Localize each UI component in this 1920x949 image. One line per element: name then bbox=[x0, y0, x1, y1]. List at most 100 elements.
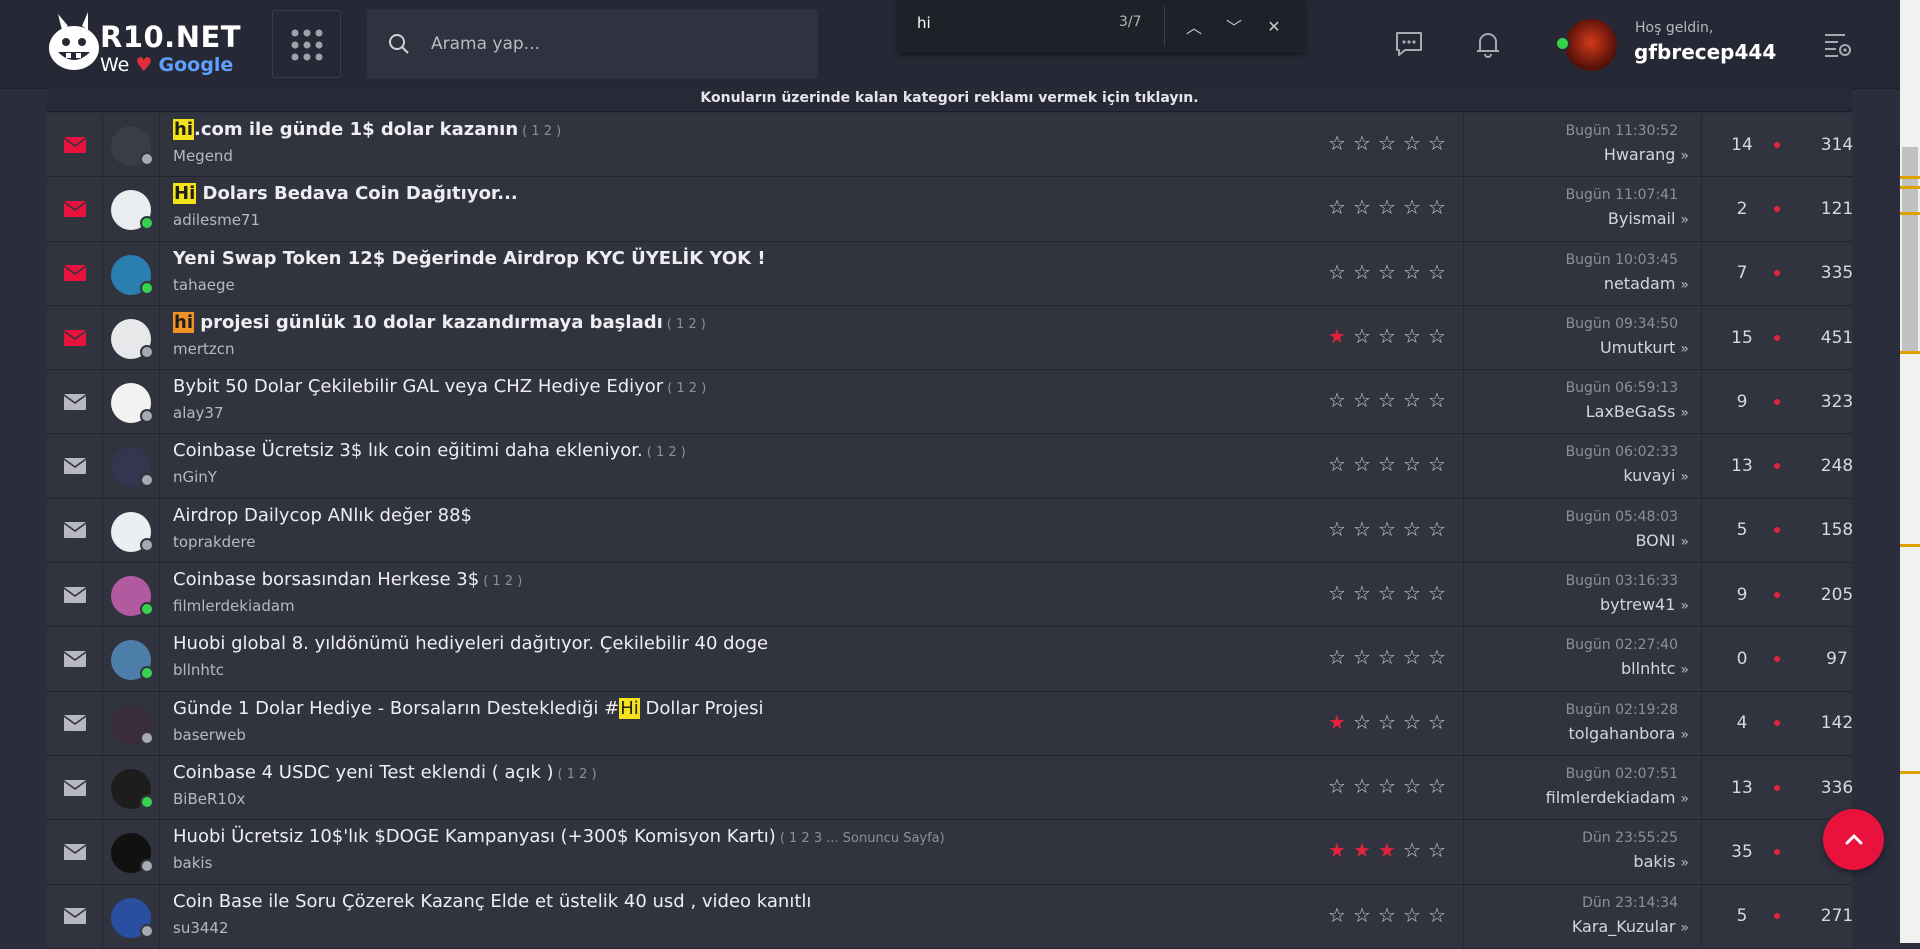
find-input[interactable]: hi bbox=[917, 14, 931, 32]
thread-author[interactable]: alay37 bbox=[173, 404, 224, 422]
star-icon[interactable]: ☆ bbox=[1427, 647, 1447, 667]
thread-title-link[interactable]: Günde 1 Dolar Hediye - Borsaların Destek… bbox=[173, 697, 764, 719]
star-icon[interactable]: ☆ bbox=[1377, 133, 1397, 153]
star-icon[interactable]: ☆ bbox=[1352, 519, 1372, 539]
scroll-to-top-button[interactable] bbox=[1823, 809, 1884, 870]
last-post-username[interactable]: bllnhtc bbox=[1621, 659, 1675, 678]
star-icon[interactable]: ☆ bbox=[1352, 712, 1372, 732]
star-icon[interactable]: ☆ bbox=[1352, 454, 1372, 474]
thread-author[interactable]: bllnhtc bbox=[173, 661, 224, 679]
double-chevron-right-icon[interactable]: » bbox=[1680, 727, 1689, 743]
thread-status-cell[interactable] bbox=[47, 755, 103, 820]
find-close-button[interactable]: ✕ bbox=[1260, 12, 1288, 40]
last-post-user[interactable]: netadam» bbox=[1604, 274, 1689, 293]
thread-status-cell[interactable] bbox=[47, 820, 103, 884]
thread-pages[interactable]: ( 1 2 ) bbox=[667, 317, 706, 332]
star-icon[interactable]: ☆ bbox=[1427, 712, 1447, 732]
last-post-username[interactable]: Kara_Kuzular bbox=[1572, 917, 1676, 936]
thread-status-cell[interactable] bbox=[47, 563, 103, 627]
star-icon[interactable]: ☆ bbox=[1427, 326, 1447, 346]
thread-status-cell[interactable] bbox=[47, 434, 103, 498]
thread-title-link[interactable]: Coinbase 4 USDC yeni Test eklendi ( açık… bbox=[173, 762, 597, 783]
star-icon[interactable]: ☆ bbox=[1352, 326, 1372, 346]
last-post-username[interactable]: kuvayi bbox=[1623, 466, 1675, 485]
star-icon[interactable]: ☆ bbox=[1327, 197, 1347, 217]
star-icon[interactable]: ☆ bbox=[1427, 390, 1447, 410]
star-icon[interactable]: ☆ bbox=[1352, 197, 1372, 217]
star-icon[interactable]: ☆ bbox=[1327, 133, 1347, 153]
last-post-user[interactable]: bytrew41 » bbox=[1600, 595, 1689, 614]
star-icon[interactable]: ☆ bbox=[1377, 262, 1397, 282]
last-post-user[interactable]: filmlerdekiadam» bbox=[1546, 788, 1689, 807]
thread-title-link[interactable]: Coinbase borsasından Herkese 3$( 1 2 ) bbox=[173, 569, 522, 590]
thread-status-cell[interactable] bbox=[47, 498, 103, 563]
star-icon[interactable]: ☆ bbox=[1427, 197, 1447, 217]
star-icon[interactable]: ☆ bbox=[1377, 454, 1397, 474]
thread-author[interactable]: bakis bbox=[173, 854, 212, 872]
last-post-user[interactable]: Kara_Kuzular» bbox=[1572, 917, 1689, 936]
star-icon[interactable]: ☆ bbox=[1327, 390, 1347, 410]
star-icon[interactable]: ☆ bbox=[1427, 905, 1447, 925]
thread-title-link[interactable]: Coin Base ile Soru Çözerek Kazanç Elde e… bbox=[173, 891, 811, 912]
thread-pages[interactable]: ( 1 2 ) bbox=[483, 574, 522, 589]
double-chevron-right-icon[interactable]: » bbox=[1680, 212, 1689, 228]
double-chevron-right-icon[interactable]: » bbox=[1680, 469, 1689, 485]
last-post-user[interactable]: LaxBeGaSs» bbox=[1586, 402, 1689, 421]
thread-status-cell[interactable] bbox=[47, 370, 103, 434]
thread-author[interactable]: adilesme71 bbox=[173, 211, 260, 229]
last-post-user[interactable]: tolgahanbora» bbox=[1569, 724, 1689, 743]
star-icon[interactable]: ☆ bbox=[1377, 905, 1397, 925]
last-post-username[interactable]: Byismail bbox=[1608, 209, 1676, 228]
star-icon[interactable]: ☆ bbox=[1427, 133, 1447, 153]
star-icon[interactable]: ☆ bbox=[1402, 262, 1422, 282]
thread-title-link[interactable]: hi projesi günlük 10 dolar kazandırmaya … bbox=[173, 311, 706, 333]
star-icon[interactable]: ☆ bbox=[1377, 647, 1397, 667]
thread-title-link[interactable]: hi.com ile günde 1$ dolar kazanın( 1 2 ) bbox=[173, 119, 561, 140]
star-icon[interactable]: ☆ bbox=[1402, 519, 1422, 539]
search-box[interactable] bbox=[367, 9, 818, 79]
last-post-username[interactable]: tolgahanbora bbox=[1569, 724, 1676, 743]
thread-status-cell[interactable] bbox=[47, 884, 103, 948]
notifications-button[interactable] bbox=[1471, 27, 1505, 61]
star-icon[interactable]: ☆ bbox=[1377, 776, 1397, 796]
last-post-user[interactable]: bakis » bbox=[1633, 852, 1689, 871]
star-icon[interactable]: ☆ bbox=[1377, 519, 1397, 539]
star-icon[interactable]: ☆ bbox=[1377, 197, 1397, 217]
star-icon[interactable]: ☆ bbox=[1352, 647, 1372, 667]
last-post-username[interactable]: filmlerdekiadam bbox=[1546, 788, 1676, 807]
last-post-user[interactable]: BONI » bbox=[1635, 531, 1689, 550]
last-post-username[interactable]: Hwarang bbox=[1604, 145, 1676, 164]
star-icon[interactable]: ☆ bbox=[1352, 133, 1372, 153]
thread-title-link[interactable]: Huobi Ücretsiz 10$'lık $DOGE Kampanyası … bbox=[173, 826, 945, 847]
double-chevron-right-icon[interactable]: » bbox=[1680, 662, 1689, 678]
thread-status-cell[interactable] bbox=[47, 305, 103, 370]
thread-status-cell[interactable] bbox=[47, 241, 103, 305]
last-post-username[interactable]: bakis bbox=[1633, 852, 1675, 871]
double-chevron-right-icon[interactable]: » bbox=[1680, 855, 1689, 871]
username[interactable]: gfbrecep444 bbox=[1634, 40, 1776, 64]
star-icon[interactable]: ★ bbox=[1327, 712, 1347, 732]
category-ad-banner[interactable]: Konuların üzerinde kalan kategori reklam… bbox=[47, 88, 1852, 112]
last-post-username[interactable]: bytrew41 bbox=[1600, 595, 1675, 614]
thread-author[interactable]: toprakdere bbox=[173, 533, 255, 551]
thread-title-link[interactable]: Coinbase Ücretsiz 3$ lık coin eğitimi da… bbox=[173, 440, 686, 461]
star-icon[interactable]: ☆ bbox=[1402, 905, 1422, 925]
last-post-username[interactable]: netadam bbox=[1604, 274, 1676, 293]
star-icon[interactable]: ☆ bbox=[1327, 776, 1347, 796]
star-icon[interactable]: ☆ bbox=[1327, 647, 1347, 667]
star-icon[interactable]: ☆ bbox=[1352, 905, 1372, 925]
star-icon[interactable]: ☆ bbox=[1327, 454, 1347, 474]
thread-author[interactable]: baserweb bbox=[173, 726, 246, 744]
star-icon[interactable]: ☆ bbox=[1402, 197, 1422, 217]
star-icon[interactable]: ☆ bbox=[1377, 712, 1397, 732]
thread-author[interactable]: Megend bbox=[173, 147, 233, 165]
find-previous-button[interactable]: ︿ bbox=[1180, 12, 1208, 40]
double-chevron-right-icon[interactable]: » bbox=[1680, 920, 1689, 936]
star-icon[interactable]: ☆ bbox=[1427, 262, 1447, 282]
thread-author[interactable]: BiBeR10x bbox=[173, 790, 245, 808]
star-icon[interactable]: ☆ bbox=[1427, 583, 1447, 603]
thread-status-cell[interactable] bbox=[47, 691, 103, 755]
star-icon[interactable]: ☆ bbox=[1427, 454, 1447, 474]
last-post-user[interactable]: Byismail» bbox=[1608, 209, 1689, 228]
thread-title-link[interactable]: Yeni Swap Token 12$ Değerinde Airdrop KY… bbox=[173, 248, 766, 269]
